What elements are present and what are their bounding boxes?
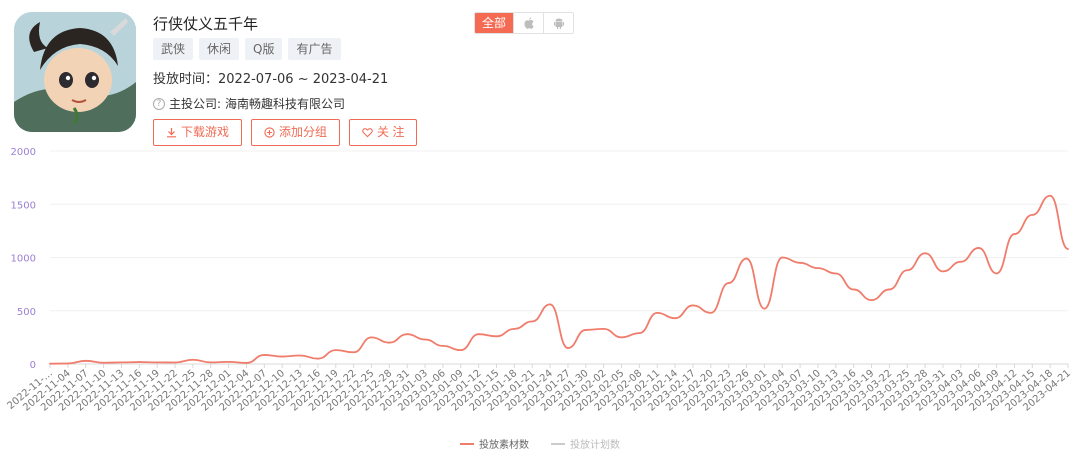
data-point[interactable] (174, 361, 176, 364)
data-point[interactable] (977, 247, 980, 249)
data-point[interactable] (156, 361, 159, 364)
tag[interactable]: 武侠 (153, 38, 194, 60)
data-point[interactable] (424, 338, 426, 341)
game-icon[interactable] (14, 12, 136, 132)
data-point[interactable] (102, 361, 105, 364)
y-tick-label: 2000 (11, 147, 36, 158)
apple-icon (523, 17, 534, 29)
data-point[interactable] (370, 336, 373, 339)
y-tick-label: 500 (17, 307, 36, 318)
data-point[interactable] (888, 288, 891, 291)
platform-all-tab[interactable]: 全部 (475, 13, 513, 33)
data-point[interactable] (1049, 194, 1052, 197)
data-point[interactable] (674, 317, 676, 320)
heart-icon (362, 128, 373, 138)
data-point[interactable] (459, 349, 462, 352)
data-point[interactable] (692, 304, 694, 307)
data-point[interactable] (66, 362, 69, 365)
chart-legend: 投放素材数 投放计划数 (0, 436, 1080, 451)
legend-swatch (460, 442, 474, 445)
data-point[interactable] (299, 354, 301, 357)
legend-item-materials[interactable]: 投放素材数 (460, 436, 529, 451)
main-company: ? 主投公司: 海南畅趣科技有限公司 (153, 95, 345, 112)
series-line[interactable] (49, 194, 1069, 365)
data-point[interactable] (906, 269, 909, 272)
data-point[interactable] (1013, 233, 1016, 235)
data-point[interactable] (191, 358, 194, 361)
data-point[interactable] (852, 288, 855, 291)
legend-swatch (551, 442, 565, 445)
data-point[interactable] (942, 270, 944, 273)
data-point[interactable] (656, 311, 659, 314)
data-point[interactable] (281, 355, 284, 358)
ad-period: 投放时间：2022-07-06 ~ 2023-04-21 (153, 68, 388, 87)
data-point[interactable] (781, 256, 784, 259)
question-icon[interactable]: ? (153, 97, 165, 110)
tag[interactable]: Q版 (245, 38, 283, 60)
download-icon (167, 128, 176, 138)
data-point[interactable] (602, 327, 605, 330)
legend-label: 投放计划数 (570, 440, 620, 451)
data-point[interactable] (924, 252, 927, 255)
company-name[interactable]: 海南畅趣科技有限公司 (225, 95, 345, 112)
data-point[interactable] (745, 257, 748, 260)
data-point[interactable] (334, 349, 337, 352)
tag-list: 武侠 休闲 Q版 有广告 (153, 38, 341, 60)
game-artwork (14, 12, 136, 132)
data-point[interactable] (817, 267, 819, 270)
data-point[interactable] (620, 336, 623, 339)
ad-period-label: 投放时间： (153, 72, 219, 87)
data-point[interactable] (316, 357, 319, 360)
data-point[interactable] (138, 361, 141, 363)
data-point[interactable] (870, 299, 873, 301)
data-point[interactable] (388, 341, 391, 344)
data-point[interactable] (584, 329, 587, 331)
tag[interactable]: 休闲 (199, 38, 240, 60)
y-tick-label: 1000 (11, 254, 36, 265)
data-point[interactable] (995, 272, 998, 275)
data-point[interactable] (227, 360, 230, 363)
ad-period-value: 2022-07-06 ~ 2023-04-21 (218, 72, 389, 87)
data-point[interactable] (477, 333, 480, 336)
platform-ios-tab[interactable] (513, 13, 543, 33)
data-point[interactable] (120, 361, 123, 364)
data-point[interactable] (549, 303, 551, 306)
data-point[interactable] (763, 307, 766, 310)
data-point[interactable] (406, 333, 409, 336)
legend-label: 投放素材数 (479, 440, 529, 451)
data-point[interactable] (263, 354, 266, 356)
game-title: 行侠仗义五千年 (153, 15, 259, 33)
data-point[interactable] (84, 359, 87, 362)
line-chart: 05001000150020002022-11-…2022-11-042022-… (5, 147, 1073, 414)
data-point[interactable] (959, 260, 962, 263)
data-point[interactable] (495, 335, 498, 338)
data-point[interactable] (442, 344, 444, 347)
data-point[interactable] (834, 272, 837, 275)
platform-toggle: 全部 (474, 12, 574, 34)
data-point[interactable] (567, 347, 569, 349)
platform-android-tab[interactable] (543, 13, 573, 33)
data-point[interactable] (513, 327, 516, 330)
data-point[interactable] (1067, 248, 1069, 250)
data-point[interactable] (799, 261, 802, 264)
company-label: 主投公司: (169, 97, 222, 111)
data-point[interactable] (49, 362, 51, 365)
data-point[interactable] (209, 361, 212, 364)
android-icon (553, 18, 564, 29)
data-point[interactable] (727, 282, 730, 284)
add-circle-icon (264, 127, 275, 138)
data-point[interactable] (638, 332, 641, 335)
data-point[interactable] (352, 351, 355, 354)
y-tick-label: 0 (30, 360, 36, 371)
legend-item-plans[interactable]: 投放计划数 (551, 436, 620, 451)
tag[interactable]: 有广告 (288, 38, 341, 60)
data-point[interactable] (531, 320, 534, 323)
data-point[interactable] (245, 362, 248, 364)
data-point[interactable] (1031, 214, 1034, 216)
y-tick-label: 1500 (11, 200, 36, 211)
data-point[interactable] (709, 311, 712, 314)
